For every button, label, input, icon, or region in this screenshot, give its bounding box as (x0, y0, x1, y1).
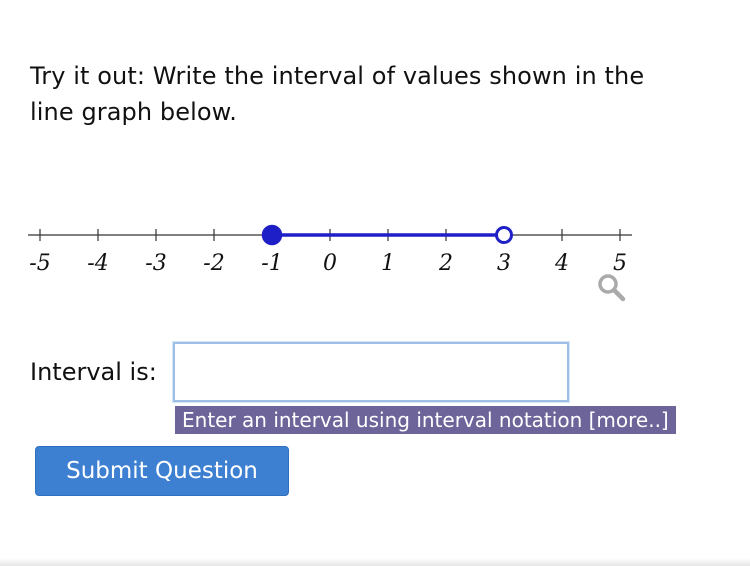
submit-question-button[interactable]: Submit Question (35, 446, 289, 496)
prompt-line-1: Try it out: Write the interval of values… (30, 62, 645, 90)
tick-label: -5 (29, 251, 50, 276)
tick-label: 0 (323, 251, 337, 276)
prompt-line-2: line graph below. (30, 98, 237, 126)
tick-label: 2 (438, 251, 453, 276)
tick-label: 1 (381, 251, 395, 276)
tick-label: -3 (145, 251, 166, 276)
interval-start-point (261, 224, 283, 246)
interval-label: Interval is: (30, 358, 157, 386)
tick-label: 5 (613, 251, 627, 276)
tick-label: -1 (261, 251, 282, 276)
interval-answer-input[interactable] (173, 342, 569, 402)
magnifier-icon[interactable] (598, 274, 626, 302)
tick-label: -4 (87, 251, 108, 276)
tick-label: 3 (497, 251, 511, 276)
question-prompt: Try it out: Write the interval of values… (30, 58, 720, 130)
tick-labels: -5 -4 -3 -2 -1 0 1 2 3 4 5 (29, 251, 627, 276)
interval-end-point (495, 226, 513, 244)
number-line-graph: -5 -4 -3 -2 -1 0 1 2 3 4 5 (28, 224, 632, 302)
input-hint[interactable]: Enter an interval using interval notatio… (175, 406, 676, 434)
tick-label: -2 (203, 251, 224, 276)
tick-label: 4 (554, 251, 569, 276)
bottom-edge (0, 558, 750, 566)
